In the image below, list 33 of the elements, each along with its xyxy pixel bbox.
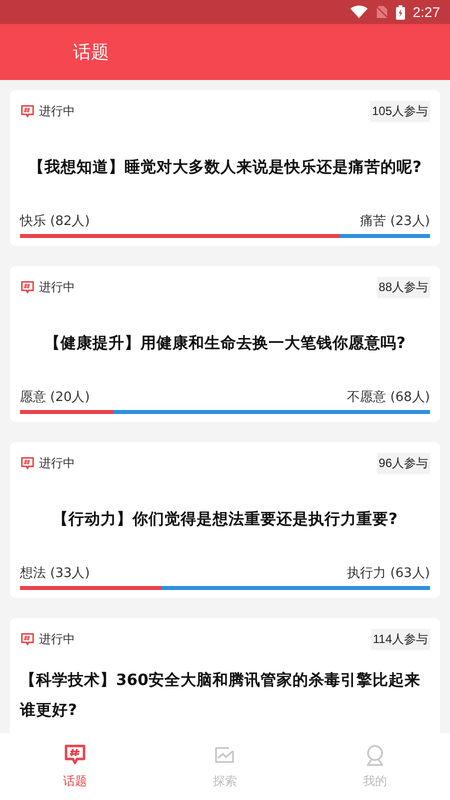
hashtag-bubble-icon <box>20 280 35 294</box>
participant-count: 114人参与 <box>370 628 430 650</box>
status-label: 进行中 <box>39 102 75 120</box>
option-label: 愿意 (20人) <box>20 389 90 406</box>
topic-title: 【科学技术】360安全大脑和腾讯管家的杀毒引擎比起来谁更好? <box>20 670 422 721</box>
status-label: 进行中 <box>39 630 75 648</box>
hashtag-bubble-icon <box>20 456 35 470</box>
topic-card[interactable]: 进行中 88人参与 【健康提升】用健康和生命去换一大笔钱你愿意吗? 愿意 (20人) 不愿意 (68人) <box>10 266 440 422</box>
hashtag-bubble-icon <box>63 743 87 767</box>
topic-card[interactable]: 进行中 114人参与 【科学技术】360安全大脑和腾讯管家的杀毒引擎比起来谁更好? <box>10 618 440 733</box>
option-label: 不愿意 (68人) <box>347 389 430 406</box>
topic-title: 【行动力】你们觉得是想法重要还是执行力重要? <box>52 509 398 530</box>
topic-title: 【我想知道】睡觉对大多数人来说是快乐还是痛苦的呢? <box>28 157 422 178</box>
wifi-icon <box>350 5 368 19</box>
option-label: 想法 (33人) <box>20 565 90 582</box>
topic-card[interactable]: 进行中 105人参与 【我想知道】睡觉对大多数人来说是快乐还是痛苦的呢? 快乐 (82人) 痛苦 (23人) <box>10 90 440 246</box>
status-label: 进行中 <box>39 278 75 296</box>
option-label: 执行力 (63人) <box>347 565 430 582</box>
hashtag-bubble-icon <box>20 104 35 118</box>
option-label: 痛苦 (23人) <box>360 213 430 230</box>
status-label: 进行中 <box>39 454 75 472</box>
hashtag-bubble-icon <box>20 632 35 646</box>
topic-card[interactable]: 进行中 96人参与 【行动力】你们觉得是想法重要还是执行力重要? 想法 (33人) 执行力 (63人) <box>10 442 440 598</box>
participant-count: 88人参与 <box>376 276 430 298</box>
participant-count: 96人参与 <box>376 452 430 474</box>
nav-tab[interactable]: 话题 <box>0 733 150 800</box>
participant-count: 105人参与 <box>370 100 430 122</box>
status-time: 2:27 <box>412 4 440 20</box>
battery-icon <box>396 4 405 20</box>
option-label: 快乐 (82人) <box>20 213 90 230</box>
topic-title: 【健康提升】用健康和生命去换一大笔钱你愿意吗? <box>44 333 406 354</box>
page-title: 话题 <box>73 41 109 64</box>
no-sim-icon <box>376 5 388 19</box>
